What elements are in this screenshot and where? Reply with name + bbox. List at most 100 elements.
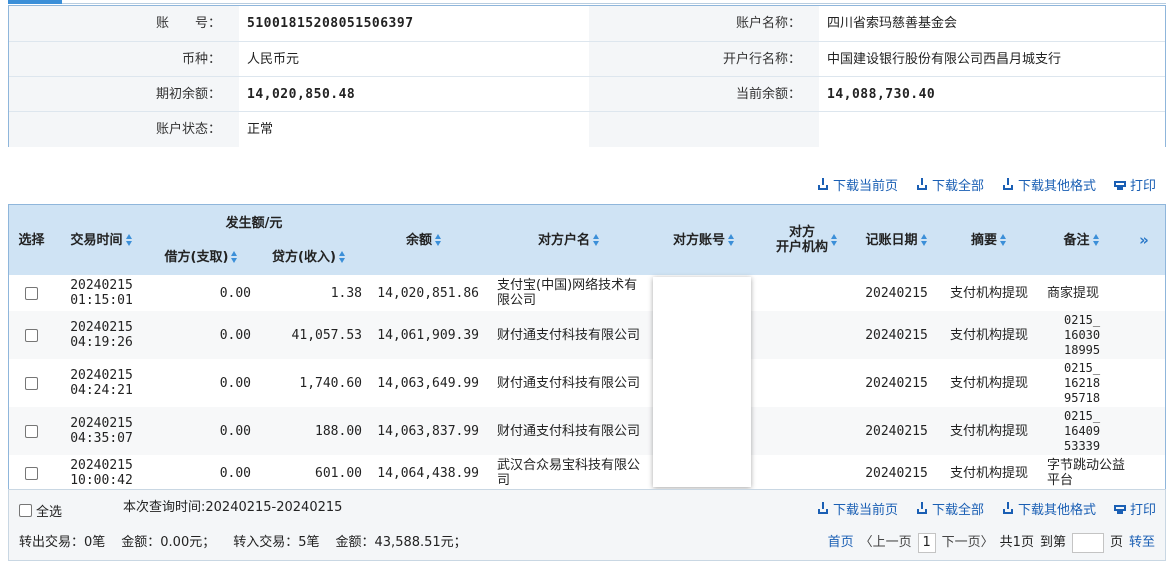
row-checkbox[interactable]	[25, 376, 38, 390]
download-other-format-label: 下载其他格式	[1017, 502, 1096, 518]
summary: 支付机构提现	[949, 375, 1028, 391]
header-remark[interactable]: 备注	[1039, 205, 1124, 275]
row-select-cell	[9, 359, 54, 407]
counterparty-name: 武汉合众易宝科技有限公司	[497, 458, 641, 488]
download-all-link[interactable]: 下载全部	[916, 175, 984, 194]
download-current-page-link[interactable]: 下载当前页	[817, 175, 898, 194]
debit-amount: 0.00	[219, 285, 251, 301]
active-tab-indicator[interactable]	[8, 0, 62, 4]
header-credit-label: 贷方(收入)	[272, 249, 336, 265]
goto-button[interactable]: 转至	[1129, 533, 1155, 553]
debit-amount: 0.00	[219, 375, 251, 391]
currency-label: 币种：	[9, 42, 239, 77]
transaction-clock: 04:24:21	[70, 383, 133, 398]
row-checkbox[interactable]	[25, 286, 38, 300]
balance-amount: 14,063,837.99	[377, 423, 479, 439]
select-all-label: 全选	[36, 505, 63, 520]
header-counterparty-account[interactable]: 对方账号	[654, 205, 754, 275]
header-debit-label: 借方(支取)	[164, 249, 229, 265]
header-time[interactable]: 交易时间	[54, 205, 149, 275]
download-current-page-label: 下载当前页	[832, 502, 898, 518]
outgoing-count: 转出交易：0笔	[19, 535, 106, 550]
header-counterparty-bank[interactable]: 对方 开户机构	[757, 205, 857, 275]
goto-suffix: 页	[1109, 535, 1123, 550]
prev-page-link[interactable]: 〈上一页	[860, 533, 912, 553]
download-other-format-link[interactable]: 下载其他格式	[1002, 499, 1096, 518]
row-select-cell	[9, 311, 54, 359]
counterparty-name: 财付通支付科技有限公司	[497, 423, 641, 439]
summary: 支付机构提现	[949, 465, 1028, 481]
post-date: 20240215	[865, 465, 928, 481]
transaction-table: 选择 交易时间 发生额/元 借方(支取) 贷方(收入) 余额 对方户名 对方账号…	[8, 204, 1166, 490]
download-icon	[817, 178, 829, 190]
sort-icon	[593, 234, 600, 246]
select-all-checkbox[interactable]	[19, 504, 32, 517]
debit-amount: 0.00	[219, 327, 251, 343]
transaction-time: 20240215 04:19:26	[54, 311, 149, 359]
opening-balance-label: 期初余额：	[9, 77, 239, 112]
select-all[interactable]: 全选	[19, 501, 62, 520]
account-info-row: 币种： 人民币元 开户行名称： 中国建设银行股份有限公司西昌月城支行	[9, 41, 1165, 77]
sort-icon	[231, 251, 238, 263]
download-other-format-link[interactable]: 下载其他格式	[1002, 175, 1096, 194]
opening-balance-value: 14,020,850.48	[239, 77, 589, 112]
remark: 商家提现	[1047, 285, 1100, 301]
header-debit[interactable]: 借方(支取)	[149, 245, 254, 269]
current-page[interactable]: 1	[917, 533, 936, 553]
transaction-clock: 04:19:26	[70, 335, 133, 350]
current-balance-label: 当前余额：	[589, 77, 819, 112]
download-current-page-label: 下载当前页	[832, 178, 898, 194]
header-summary[interactable]: 摘要	[944, 205, 1034, 275]
header-post-date[interactable]: 记账日期	[854, 205, 939, 275]
download-all-label: 下载全部	[931, 502, 984, 518]
goto-prefix: 到第	[1039, 535, 1066, 550]
row-checkbox[interactable]	[25, 424, 38, 438]
print-link[interactable]: 打印	[1113, 175, 1156, 194]
next-page-link[interactable]: 下一页〉	[942, 533, 994, 553]
transaction-summary: 转出交易：0笔 金额：0.00元； 转入交易：5笔 金额：43,588.51元；	[19, 534, 467, 552]
header-balance[interactable]: 余额	[364, 205, 484, 275]
row-checkbox[interactable]	[25, 466, 38, 480]
transaction-time: 20240215 04:35:07	[54, 407, 149, 455]
header-credit[interactable]: 贷方(收入)	[254, 245, 364, 269]
pagination: 首页 〈上一页 1 下一页〉 共1页 到第 页 转至	[828, 533, 1155, 553]
printer-icon	[1113, 502, 1126, 514]
account-status-label: 账户状态：	[9, 112, 239, 147]
account-number-value: 51001815208051506397	[239, 6, 589, 41]
row-select-cell	[9, 407, 54, 455]
transaction-date: 20240215	[70, 368, 133, 383]
transaction-time: 20240215 01:15:01	[54, 275, 149, 311]
more-columns-button[interactable]: »	[1124, 205, 1164, 275]
counterparty-name: 财付通支付科技有限公司	[497, 327, 641, 343]
empty-value	[819, 112, 1165, 147]
header-amount-group: 发生额/元	[225, 215, 283, 231]
post-date: 20240215	[865, 327, 928, 343]
header-counterparty-account-label: 对方账号	[672, 232, 725, 248]
tab-strip	[8, 0, 1166, 4]
download-all-link[interactable]: 下载全部	[916, 499, 984, 518]
download-current-page-link[interactable]: 下载当前页	[817, 499, 898, 518]
account-name-value: 四川省索玛慈善基金会	[819, 6, 1165, 41]
header-select: 选择	[18, 232, 45, 248]
header-counterparty-name[interactable]: 对方户名	[489, 205, 649, 275]
sort-icon	[728, 234, 735, 246]
table-row: 20240215 04:19:26 0.00 41,057.53 14,061,9…	[9, 311, 1165, 359]
transaction-time: 20240215 04:24:21	[54, 359, 149, 407]
print-label: 打印	[1129, 502, 1156, 518]
account-info-panel: 账 号： 51001815208051506397 账户名称： 四川省索玛慈善基…	[8, 5, 1166, 147]
header-post-date-label: 记账日期	[865, 232, 918, 248]
credit-amount: 188.00	[315, 423, 362, 439]
first-page-link[interactable]: 首页	[828, 533, 854, 553]
row-checkbox[interactable]	[25, 328, 38, 342]
goto-page-input[interactable]	[1071, 533, 1104, 553]
account-info-row: 账户状态： 正常	[9, 111, 1165, 147]
row-select-cell	[9, 275, 54, 311]
header-remark-label: 备注	[1063, 232, 1090, 248]
transaction-date: 20240215	[70, 458, 133, 473]
print-link[interactable]: 打印	[1113, 499, 1156, 518]
remark: 0215_ 16030 18995	[1064, 312, 1101, 357]
post-date: 20240215	[865, 423, 928, 439]
remark: 0215_ 16218 95718	[1064, 360, 1101, 405]
incoming-count: 转入交易：5笔	[233, 535, 320, 550]
sort-icon	[920, 234, 928, 246]
